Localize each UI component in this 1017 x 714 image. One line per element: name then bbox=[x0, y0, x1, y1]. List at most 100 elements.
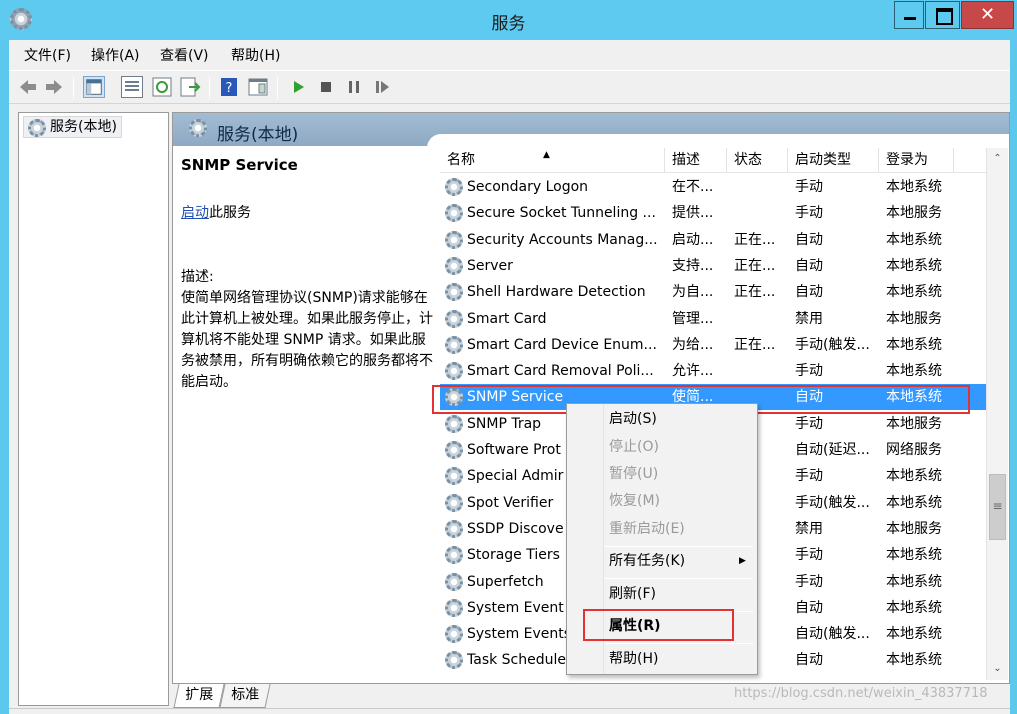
service-startup-type-cell: 自动 bbox=[795, 284, 823, 300]
gear-icon bbox=[445, 283, 463, 301]
tree-node-services-local[interactable]: 服务(本地) bbox=[23, 116, 122, 138]
menu-view[interactable]: 查看(V) bbox=[160, 45, 209, 65]
service-name-cell: Secondary Logon bbox=[467, 179, 589, 195]
service-startup-type-cell: 手动 bbox=[795, 205, 823, 221]
help-icon[interactable]: ? bbox=[219, 76, 241, 98]
table-row[interactable]: Security Accounts Manag... 启动... 正在... 自动 本地… bbox=[440, 227, 986, 253]
column-header-name[interactable]: 名称 bbox=[440, 148, 665, 173]
window-bottom-edge bbox=[9, 708, 1010, 714]
context-menu-restart[interactable]: 重新启动(E) bbox=[567, 516, 757, 543]
service-status-cell: 正在... bbox=[734, 258, 776, 274]
properties-highlight-box bbox=[583, 609, 734, 641]
service-description-cell: 允许... bbox=[672, 363, 714, 379]
play-icon[interactable] bbox=[287, 76, 309, 98]
context-menu-pause[interactable]: 暂停(U) bbox=[567, 461, 757, 488]
gear-icon bbox=[445, 441, 463, 459]
properties-icon[interactable] bbox=[121, 76, 143, 98]
menu-action[interactable]: 操作(A) bbox=[91, 45, 140, 65]
view-icon[interactable] bbox=[247, 76, 269, 98]
refresh-icon[interactable] bbox=[151, 76, 173, 98]
column-header-startup-type[interactable]: 启动类型 bbox=[788, 148, 879, 173]
column-header-description[interactable]: 描述 bbox=[665, 148, 727, 173]
scroll-thumb[interactable]: ≡ bbox=[989, 474, 1006, 540]
service-startup-type-cell: 自动 bbox=[795, 258, 823, 274]
service-logon-cell: 本地系统 bbox=[886, 468, 942, 484]
context-menu-help[interactable]: 帮助(H) bbox=[567, 646, 757, 673]
menu-help[interactable]: 帮助(H) bbox=[231, 45, 280, 65]
service-logon-cell: 本地系统 bbox=[886, 232, 942, 248]
service-status-cell bbox=[734, 200, 790, 226]
window-title: 服务 bbox=[491, 14, 526, 34]
scroll-up-icon[interactable]: ⌃ bbox=[987, 148, 1008, 170]
service-name-cell: Shell Hardware Detection bbox=[467, 284, 646, 300]
gear-icon bbox=[445, 467, 463, 485]
toolbar-separator bbox=[277, 77, 278, 99]
tab-standard-label: 标准 bbox=[231, 687, 260, 703]
service-logon-cell: 本地系统 bbox=[886, 652, 942, 668]
service-description-cell: 在不... bbox=[672, 179, 714, 195]
service-startup-type-cell: 手动(触发... bbox=[795, 337, 870, 353]
service-logon-cell: 本地系统 bbox=[886, 495, 942, 511]
column-header-logon-as[interactable]: 登录为 bbox=[879, 148, 954, 173]
service-logon-cell: 本地服务 bbox=[886, 205, 942, 221]
pause-icon[interactable] bbox=[343, 76, 365, 98]
description-label: 描述: bbox=[181, 269, 214, 285]
scroll-down-icon[interactable]: ⌄ bbox=[987, 658, 1008, 680]
service-name-cell: Secure Socket Tunneling ... bbox=[467, 205, 656, 221]
table-row[interactable]: Secure Socket Tunneling ... 提供... 手动 本地服务 bbox=[440, 200, 986, 226]
tab-extended-label: 扩展 bbox=[185, 687, 214, 703]
service-logon-cell: 本地系统 bbox=[886, 363, 942, 379]
service-status-cell: 正在... bbox=[734, 232, 776, 248]
close-button[interactable]: ✕ bbox=[961, 1, 1014, 29]
service-startup-type-cell: 手动 bbox=[795, 547, 823, 563]
table-row[interactable]: Server 支持... 正在... 自动 本地系统 bbox=[440, 253, 986, 279]
tab-extended[interactable]: 扩展 bbox=[173, 684, 225, 708]
resume-icon[interactable] bbox=[371, 76, 393, 98]
description-text: 使简单网络管理协议(SNMP)请求能够在此计算机上被处理。如果此服务停止，计算机… bbox=[181, 290, 433, 390]
service-startup-type-cell: 自动 bbox=[795, 232, 823, 248]
service-logon-cell: 本地系统 bbox=[886, 600, 942, 616]
list-header: 名称 ▲ 描述 状态 启动类型 登录为 bbox=[440, 148, 986, 173]
maximize-button[interactable] bbox=[925, 1, 960, 29]
service-logon-cell: 本地系统 bbox=[886, 284, 942, 300]
context-menu-all-tasks[interactable]: 所有任务(K) ▶ bbox=[567, 548, 757, 575]
service-startup-type-cell: 手动 bbox=[795, 179, 823, 195]
table-row[interactable]: Shell Hardware Detection 为自... 正在... 自动 本地系统 bbox=[440, 279, 986, 305]
service-startup-type-cell: 自动(触发... bbox=[795, 626, 870, 642]
vertical-scrollbar[interactable]: ⌃ ≡ ⌄ bbox=[986, 148, 1008, 680]
gear-icon bbox=[445, 573, 463, 591]
context-menu-refresh[interactable]: 刷新(F) bbox=[567, 581, 757, 608]
forward-arrow-icon[interactable] bbox=[43, 76, 65, 98]
table-row[interactable]: Secondary Logon 在不... 手动 本地系统 bbox=[440, 174, 986, 200]
back-arrow-icon[interactable] bbox=[17, 76, 39, 98]
minimize-button[interactable] bbox=[894, 1, 924, 29]
table-row[interactable]: Smart Card Device Enum... 为给... 正在... 手动(触发… bbox=[440, 332, 986, 358]
context-menu-resume[interactable]: 恢复(M) bbox=[567, 488, 757, 515]
export-list-icon[interactable] bbox=[179, 76, 201, 98]
context-menu-start[interactable]: 启动(S) bbox=[567, 406, 757, 433]
table-row[interactable]: Smart Card Removal Poli... 允许... 手动 本地系统 bbox=[440, 358, 986, 384]
gear-icon bbox=[445, 204, 463, 222]
service-description-cell: 为自... bbox=[672, 284, 714, 300]
service-description-cell: 提供... bbox=[672, 205, 714, 221]
show-tree-icon[interactable] bbox=[83, 76, 105, 98]
tab-standard[interactable]: 标准 bbox=[219, 684, 271, 708]
menu-file[interactable]: 文件(F) bbox=[24, 45, 71, 65]
stop-icon[interactable] bbox=[315, 76, 337, 98]
start-service-link[interactable]: 启动 bbox=[181, 205, 209, 221]
service-logon-cell: 本地系统 bbox=[886, 179, 942, 195]
context-menu-all-tasks-label: 所有任务(K) bbox=[609, 553, 686, 569]
table-row[interactable]: Smart Card 管理... 禁用 本地服务 bbox=[440, 306, 986, 332]
close-icon: ✕ bbox=[979, 4, 996, 25]
gear-icon bbox=[445, 546, 463, 564]
submenu-arrow-icon: ▶ bbox=[739, 556, 746, 566]
gear-icon bbox=[445, 415, 463, 433]
service-startup-type-cell: 手动(触发... bbox=[795, 495, 870, 511]
service-startup-type-cell: 自动 bbox=[795, 600, 823, 616]
service-startup-type-cell: 手动 bbox=[795, 574, 823, 590]
context-menu-stop[interactable]: 停止(O) bbox=[567, 434, 757, 461]
gear-icon bbox=[445, 599, 463, 617]
column-header-status[interactable]: 状态 bbox=[727, 148, 788, 173]
gear-icon bbox=[445, 625, 463, 643]
gear-icon bbox=[445, 231, 463, 249]
